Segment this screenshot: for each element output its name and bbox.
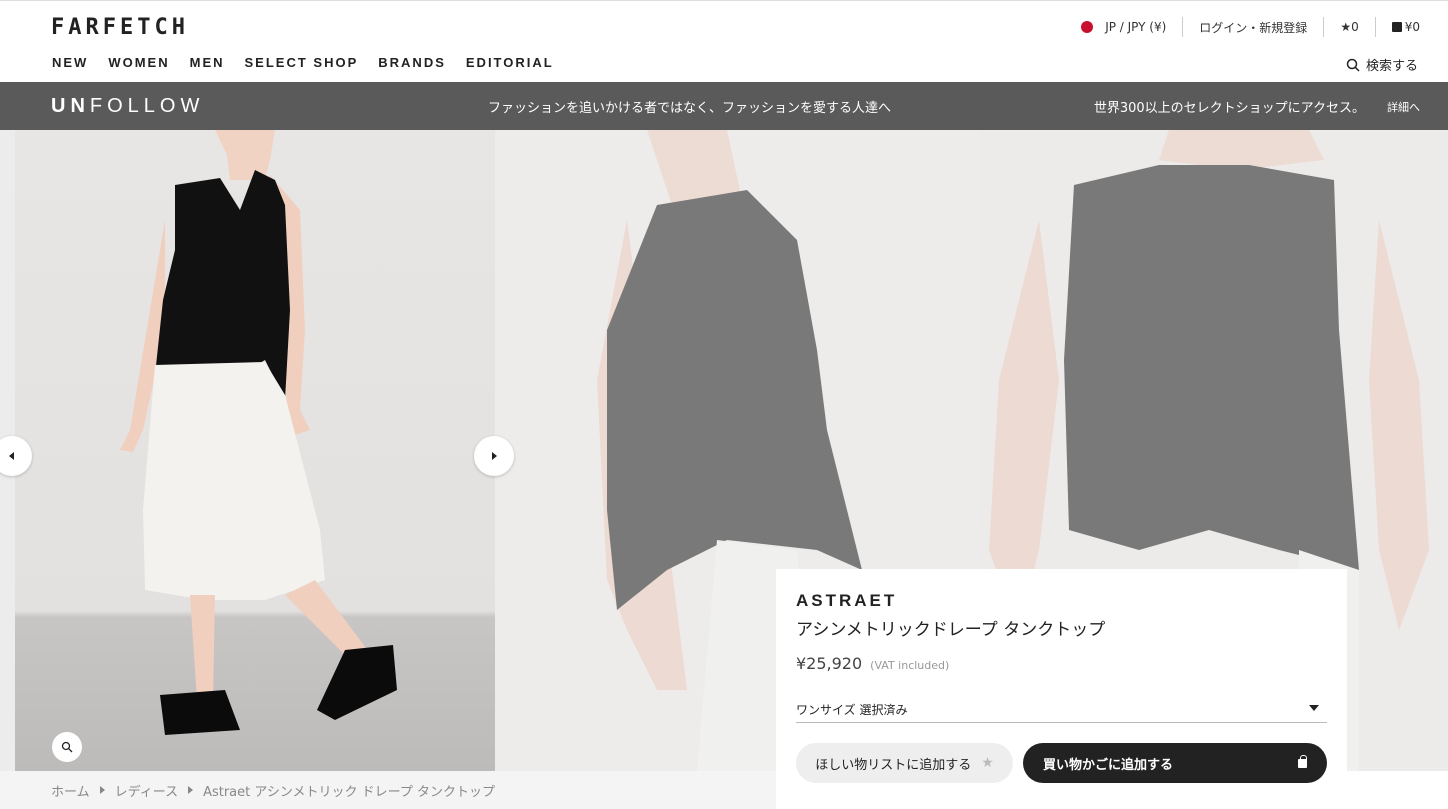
star-icon: ★ [981, 755, 994, 771]
bag-icon [1391, 22, 1402, 32]
nav-editorial[interactable]: EDITORIAL [466, 55, 554, 70]
product-image-front[interactable] [15, 130, 495, 771]
cart-button-label: 買い物かごに追加する [1043, 757, 1174, 773]
nav-women[interactable]: WOMEN [108, 55, 169, 70]
breadcrumb: ホーム レディース Astraet アシンメトリック ドレープ タンクトップ [0, 771, 776, 809]
product-name: アシンメトリックドレープ タンクトップ [796, 620, 1106, 640]
chevron-left-icon [9, 452, 14, 460]
wishlist-button-label: ほしい物リストに追加する [815, 757, 972, 773]
login-link[interactable]: ログイン・新規登録 [1199, 19, 1307, 36]
product-brand[interactable]: ASTRAET [796, 591, 1327, 611]
banner-right-text: 世界300以上のセレクトショップにアクセス。 [1093, 101, 1365, 116]
divider [1182, 17, 1184, 37]
banner-more-link[interactable]: 詳細へ [1387, 99, 1420, 115]
banner-tagline: ファッションを追いかける者ではなく、ファッションを愛する人達へ [488, 101, 892, 116]
nav-men[interactable]: MEN [190, 55, 225, 70]
bag-icon [1298, 754, 1307, 768]
search-icon [1346, 58, 1360, 72]
breadcrumb-home[interactable]: ホーム [51, 781, 90, 800]
wishlist-link[interactable]: ★0 [1340, 20, 1358, 34]
size-selected-value: ワンサイズ 選択済み [796, 703, 908, 717]
model-illustration [120, 130, 397, 735]
search-label: 検索する [1365, 59, 1418, 74]
add-to-cart-button[interactable]: 買い物かごに追加する [1023, 743, 1327, 783]
account-bar: JP / JPY (¥) ログイン・新規登録 ★0 ¥0 [1081, 17, 1420, 37]
banner-right: 世界300以上のセレクトショップにアクセス。 詳細へ [1093, 97, 1420, 117]
add-to-wishlist-button[interactable]: ほしい物リストに追加する ★ [796, 743, 1013, 783]
bag-link[interactable]: ¥0 [1391, 20, 1420, 34]
japan-flag-icon [1081, 21, 1094, 33]
divider [1374, 17, 1376, 37]
vat-note: (VAT included) [870, 659, 950, 672]
nav-select-shop[interactable]: SELECT SHOP [245, 55, 359, 70]
nav-new[interactable]: NEW [52, 55, 88, 70]
product-page: FARFETCH NEW WOMEN MEN SELECT SHOP BRAND… [0, 0, 1448, 809]
farfetch-logo[interactable]: FARFETCH [51, 15, 189, 40]
breadcrumb-ladies[interactable]: レディース [115, 781, 178, 800]
action-buttons: ほしい物リストに追加する ★ 買い物かごに追加する [796, 743, 1327, 783]
search-button[interactable]: 検索する [1346, 55, 1418, 74]
unfollow-logo-bold: UN [51, 95, 90, 117]
zoom-button[interactable] [52, 732, 82, 762]
unfollow-banner[interactable]: UNFOLLOW ファッションを追いかける者ではなく、ファッションを愛する人達へ… [0, 82, 1448, 130]
zoom-icon [61, 741, 73, 753]
breadcrumb-current: Astraet アシンメトリック ドレープ タンクトップ [203, 784, 495, 800]
chevron-down-icon [1309, 705, 1319, 711]
divider [1323, 17, 1325, 37]
breadcrumb-separator-icon [188, 786, 194, 794]
main-nav: NEW WOMEN MEN SELECT SHOP BRANDS EDITORI… [52, 55, 574, 70]
breadcrumb-separator-icon [99, 786, 105, 794]
region-selector[interactable]: JP / JPY (¥) [1105, 20, 1166, 34]
product-info-card: ASTRAET アシンメトリックドレープ タンクトップ ¥25,920 (VAT… [776, 569, 1347, 809]
size-dropdown[interactable]: ワンサイズ 選択済み [796, 701, 1327, 723]
nav-brands[interactable]: BRANDS [378, 55, 446, 70]
price-row: ¥25,920 (VAT included) [796, 654, 1327, 673]
chevron-right-icon [492, 452, 497, 460]
gallery-next-button[interactable] [474, 436, 514, 476]
product-price: ¥25,920 [796, 654, 863, 673]
site-header: FARFETCH NEW WOMEN MEN SELECT SHOP BRAND… [0, 0, 1448, 82]
bag-total: ¥0 [1404, 20, 1420, 34]
unfollow-logo: UNFOLLOW [51, 95, 204, 118]
unfollow-logo-rest: FOLLOW [89, 95, 205, 117]
